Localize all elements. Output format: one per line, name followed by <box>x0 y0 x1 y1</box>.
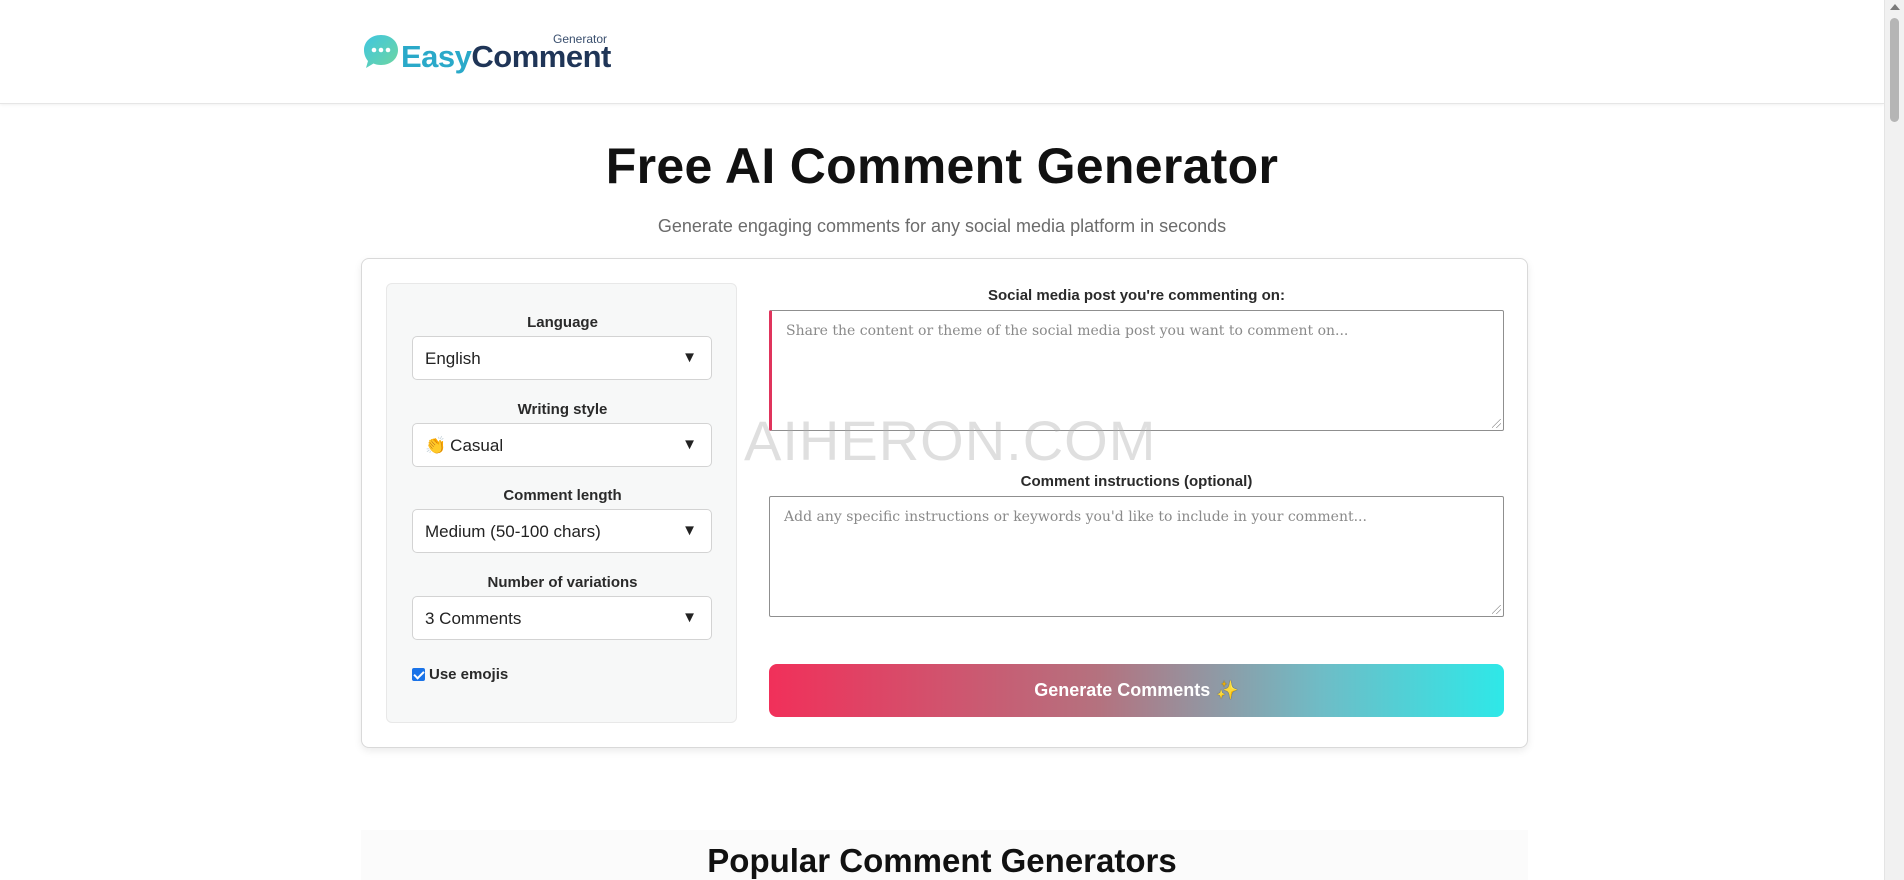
resize-grip-icon[interactable] <box>1492 605 1501 614</box>
language-select[interactable]: English ▼ <box>412 336 712 380</box>
logo-easy: Easy <box>401 39 472 74</box>
dropdown-arrow-icon: ▼ <box>682 349 697 366</box>
comment-length-select[interactable]: Medium (50-100 chars) ▼ <box>412 509 712 553</box>
page-scrollbar[interactable] <box>1884 0 1904 880</box>
variations-select[interactable]: 3 Comments ▼ <box>412 596 712 640</box>
instructions-textarea[interactable]: Add any specific instructions or keyword… <box>769 496 1504 617</box>
writing-style-label: Writing style <box>517 401 608 418</box>
settings-panel: Language English ▼ Writing style 👏 Casual… <box>386 283 737 723</box>
comment-length-value: Medium (50-100 chars) <box>425 522 601 541</box>
instructions-field-label: Comment instructions (optional) <box>1020 473 1253 490</box>
site-header: EasyComment Generator <box>0 0 1884 104</box>
language-value: English <box>425 349 481 368</box>
use-emojis-label: Use emojis <box>429 666 509 683</box>
variations-value: 3 Comments <box>425 609 522 628</box>
writing-style-value: Casual <box>450 436 504 455</box>
instructions-placeholder: Add any specific instructions or keyword… <box>784 509 1367 525</box>
writing-style-select[interactable]: 👏 Casual ▼ <box>412 423 712 467</box>
page-subtitle: Generate engaging comments for any socia… <box>657 216 1227 236</box>
post-placeholder: Share the content or theme of the social… <box>786 323 1349 339</box>
chat-bubble-icon <box>364 35 398 68</box>
watermark: AIHERON.COM <box>744 409 1157 472</box>
page-title: Free AI Comment Generator <box>605 138 1279 194</box>
dropdown-arrow-icon: ▼ <box>682 522 697 539</box>
generator-card: Language English ▼ Writing style 👏 Casual… <box>361 258 1528 748</box>
scroll-up-arrow-icon[interactable] <box>1890 4 1900 10</box>
generate-comments-button[interactable]: Generate Comments ✨ <box>769 664 1504 717</box>
generate-button-label: Generate Comments <box>1034 680 1211 700</box>
scroll-thumb[interactable] <box>1890 18 1899 122</box>
comment-length-label: Comment length <box>503 487 622 504</box>
writing-style-display: 👏 Casual <box>425 436 503 456</box>
use-emojis-checkbox[interactable] <box>412 668 425 681</box>
sparkles-icon: ✨ <box>1216 680 1239 700</box>
resize-grip-icon[interactable] <box>1492 419 1501 428</box>
clapping-hands-icon: 👏 <box>425 436 447 455</box>
dropdown-arrow-icon: ▼ <box>682 436 697 453</box>
logo-generator: Generator <box>553 32 608 46</box>
post-field-label: Social media post you're commenting on: <box>988 287 1285 304</box>
variations-label: Number of variations <box>487 574 638 591</box>
input-panel: Social media post you're commenting on: … <box>769 259 1504 749</box>
popular-title: Popular Comment Generators <box>707 842 1177 879</box>
use-emojis-option[interactable]: Use emojis <box>412 666 508 683</box>
dropdown-arrow-icon: ▼ <box>682 609 697 626</box>
language-label: Language <box>527 314 598 331</box>
